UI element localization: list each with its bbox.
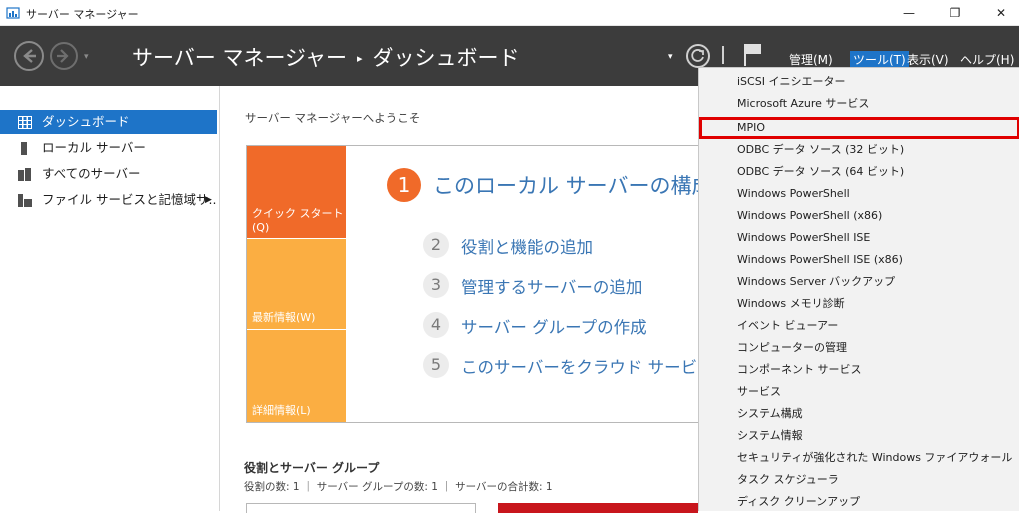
menu-item-system-information[interactable]: システム情報 (699, 425, 1019, 447)
file-storage-icon (18, 194, 32, 207)
sidebar-item-local-server[interactable]: ローカル サーバー (0, 136, 217, 160)
history-dropdown-icon[interactable]: ▾ (84, 52, 89, 62)
tile-label: 詳細情報(L) (252, 404, 311, 417)
header-dropdown-icon[interactable]: ▾ (668, 52, 673, 62)
breadcrumb: サーバー マネージャー ▸ ダッシュボード (132, 42, 520, 72)
menu-item-computer-management[interactable]: コンピューターの管理 (699, 337, 1019, 359)
sidebar-item-file-storage[interactable]: ファイル サービスと記憶域サ... ▶ (0, 188, 217, 212)
menu-manage[interactable]: 管理(M) (789, 51, 833, 68)
menu-item-powershell[interactable]: Windows PowerShell (699, 183, 1019, 205)
flag-icon[interactable] (742, 42, 764, 68)
tools-dropdown-menu: iSCSI イニシエーター Microsoft Azure サービス MPIO … (698, 67, 1019, 511)
menu-item-memory-diagnostic[interactable]: Windows メモリ診断 (699, 293, 1019, 315)
sidebar-item-all-servers[interactable]: すべてのサーバー (0, 162, 217, 186)
sidebar: ダッシュボード ローカル サーバー すべてのサーバー ファイル サービスと記憶域… (0, 86, 220, 511)
forward-icon (57, 49, 69, 63)
back-button[interactable] (14, 41, 44, 71)
menu-item-iscsi[interactable]: iSCSI イニシエーター (699, 71, 1019, 93)
roles-section-title: 役割とサーバー グループ (244, 461, 380, 475)
menu-item-component-services[interactable]: コンポーネント サービス (699, 359, 1019, 381)
tile-quick-start[interactable]: クイック スタート(Q) (247, 146, 346, 238)
back-icon (23, 49, 36, 63)
sidebar-item-label: ローカル サーバー (42, 140, 146, 155)
menu-item-odbc-32[interactable]: ODBC データ ソース (32 ビット) (699, 139, 1019, 161)
menu-item-system-configuration[interactable]: システム構成 (699, 403, 1019, 425)
menu-item-server-backup[interactable]: Windows Server バックアップ (699, 271, 1019, 293)
tile-learn-more[interactable]: 詳細情報(L) (247, 330, 346, 422)
roles-stats: 役割の数: 1 ｜ サーバー グループの数: 1 ｜ サーバーの合計数: 1 (244, 481, 553, 493)
menu-view[interactable]: 表示(V) (907, 51, 949, 68)
role-card[interactable] (246, 503, 476, 513)
sidebar-item-label: ダッシュボード (42, 114, 130, 129)
server-icon (21, 142, 27, 155)
minimize-button[interactable]: — (886, 0, 932, 26)
quick-start-panel: クイック スタート(Q) 最新情報(W) 詳細情報(L) 1 このローカル サー… (246, 145, 747, 423)
step-number: 2 (423, 232, 449, 258)
step-configure-local-server[interactable]: このローカル サーバーの構成 (433, 170, 712, 200)
role-card-alert[interactable] (498, 503, 698, 513)
step-link[interactable]: サーバー グループの作成 (461, 314, 647, 338)
menu-item-firewall[interactable]: セキュリティが強化された Windows ファイアウォール (699, 447, 1019, 469)
step-number: 3 (423, 272, 449, 298)
close-button[interactable]: ✕ (978, 0, 1019, 26)
refresh-button[interactable] (686, 44, 710, 68)
step-number: 5 (423, 352, 449, 378)
step-number: 4 (423, 312, 449, 338)
servers-icon (18, 168, 31, 181)
title-bar: サーバー マネージャー — ❐ ✕ (0, 0, 1019, 26)
menu-item-powershell-x86[interactable]: Windows PowerShell (x86) (699, 205, 1019, 227)
forward-button[interactable] (50, 42, 78, 70)
menu-help[interactable]: ヘルプ(H) (960, 51, 1014, 68)
welcome-heading: サーバー マネージャーへようこそ (245, 111, 421, 125)
menu-item-mpio[interactable]: MPIO (699, 117, 1019, 139)
step-number: 1 (387, 168, 421, 202)
menu-item-powershell-ise-x86[interactable]: Windows PowerShell ISE (x86) (699, 249, 1019, 271)
menu-item-powershell-ise[interactable]: Windows PowerShell ISE (699, 227, 1019, 249)
tile-label: 最新情報(W) (252, 311, 316, 324)
expand-arrow-icon[interactable]: ▶ (205, 188, 212, 212)
menu-item-azure[interactable]: Microsoft Azure サービス (699, 93, 1019, 115)
menu-item-services[interactable]: サービス (699, 381, 1019, 403)
sidebar-item-label: すべてのサーバー (42, 166, 141, 181)
maximize-button[interactable]: ❐ (932, 0, 978, 26)
breadcrumb-root[interactable]: サーバー マネージャー (132, 46, 347, 70)
step-link[interactable]: 役割と機能の追加 (461, 234, 593, 258)
window-title: サーバー マネージャー (26, 8, 139, 21)
tile-label: クイック スタート(Q) (252, 207, 344, 234)
menu-item-task-scheduler[interactable]: タスク スケジューラ (699, 469, 1019, 491)
sidebar-item-label: ファイル サービスと記憶域サ... (42, 192, 217, 207)
step-link[interactable]: 管理するサーバーの追加 (461, 274, 642, 298)
menu-tools[interactable]: ツール(T) (850, 51, 909, 68)
breadcrumb-separator: ▸ (357, 52, 363, 65)
header-divider (722, 46, 724, 64)
menu-item-event-viewer[interactable]: イベント ビューアー (699, 315, 1019, 337)
tile-whats-new[interactable]: 最新情報(W) (247, 239, 346, 329)
refresh-icon (691, 49, 704, 62)
menu-item-odbc-64[interactable]: ODBC データ ソース (64 ビット) (699, 161, 1019, 183)
server-manager-icon (6, 7, 20, 19)
dashboard-icon (18, 116, 32, 129)
menu-item-disk-cleanup[interactable]: ディスク クリーンアップ (699, 491, 1019, 513)
breadcrumb-page: ダッシュボード (372, 46, 520, 70)
sidebar-item-dashboard[interactable]: ダッシュボード (0, 110, 217, 134)
